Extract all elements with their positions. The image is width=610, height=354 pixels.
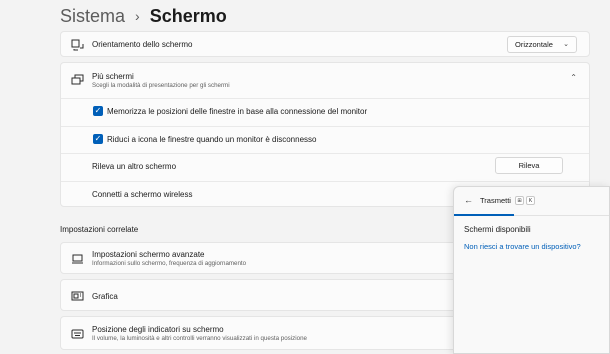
indicator-position-label: Posizione degli indicatori su schermo xyxy=(92,325,224,334)
graphics-card-icon xyxy=(70,289,84,303)
keyboard-indicator-icon xyxy=(70,327,84,341)
windows-key-icon: ⊞ xyxy=(515,196,524,205)
advanced-display-subtitle: Informazioni sullo schermo, frequenza di… xyxy=(92,260,247,267)
back-arrow-icon[interactable]: ← xyxy=(464,195,473,205)
multiple-monitors-icon xyxy=(70,73,84,87)
breadcrumb-separator: › xyxy=(135,8,140,24)
detect-button[interactable]: Rileva xyxy=(495,157,563,174)
divider xyxy=(61,153,589,154)
minimize-windows-label: Riduci a icona le finestre quando un mon… xyxy=(107,135,317,144)
available-displays-heading: Schermi disponibili xyxy=(464,225,531,234)
chevron-down-icon: ⌄ xyxy=(563,41,569,48)
screen-rotate-icon xyxy=(70,38,84,52)
cast-panel: ← Trasmetti ⊞ K Schermi disponibili Non … xyxy=(453,186,610,354)
multiple-displays-header[interactable]: Più schermi Scegli la modalità di presen… xyxy=(61,63,589,95)
active-tab-indicator xyxy=(454,214,514,216)
wireless-display-link[interactable]: Connetti a schermo wireless xyxy=(92,190,192,199)
remember-positions-checkbox[interactable]: ✓ xyxy=(93,106,103,116)
k-key-icon: K xyxy=(526,196,535,205)
advanced-display-label: Impostazioni schermo avanzate xyxy=(92,250,205,259)
cant-find-device-link[interactable]: Non riesci a trovare un dispositivo? xyxy=(464,242,581,251)
laptop-monitor-icon xyxy=(70,252,84,266)
orientation-value: Orizzontale xyxy=(515,40,553,49)
cast-panel-title: Trasmetti xyxy=(480,196,511,205)
chevron-up-icon[interactable]: ⌃ xyxy=(570,73,577,82)
multiple-displays-title: Più schermi xyxy=(92,72,134,81)
multiple-displays-subtitle: Scegli la modalità di presentazione per … xyxy=(92,82,230,89)
orientation-label: Orientamento dello schermo xyxy=(92,40,193,49)
breadcrumb: Sistema › Schermo xyxy=(60,4,227,28)
orientation-dropdown[interactable]: Orizzontale ⌄ xyxy=(507,36,577,53)
divider xyxy=(61,98,589,99)
breadcrumb-parent[interactable]: Sistema xyxy=(60,6,125,27)
related-settings-title: Impostazioni correlate xyxy=(60,225,139,234)
detect-label: Rileva un altro schermo xyxy=(92,162,177,171)
graphics-label: Grafica xyxy=(92,292,118,301)
divider xyxy=(61,181,589,182)
page-title: Schermo xyxy=(149,5,227,26)
orientation-card: Orientamento dello schermo Orizzontale ⌄ xyxy=(60,31,590,57)
remember-positions-label: Memorizza le posizioni delle finestre in… xyxy=(107,107,368,116)
divider xyxy=(61,126,589,127)
indicator-position-subtitle: Il volume, la luminosità e altri control… xyxy=(92,335,307,342)
minimize-windows-checkbox[interactable]: ✓ xyxy=(93,134,103,144)
